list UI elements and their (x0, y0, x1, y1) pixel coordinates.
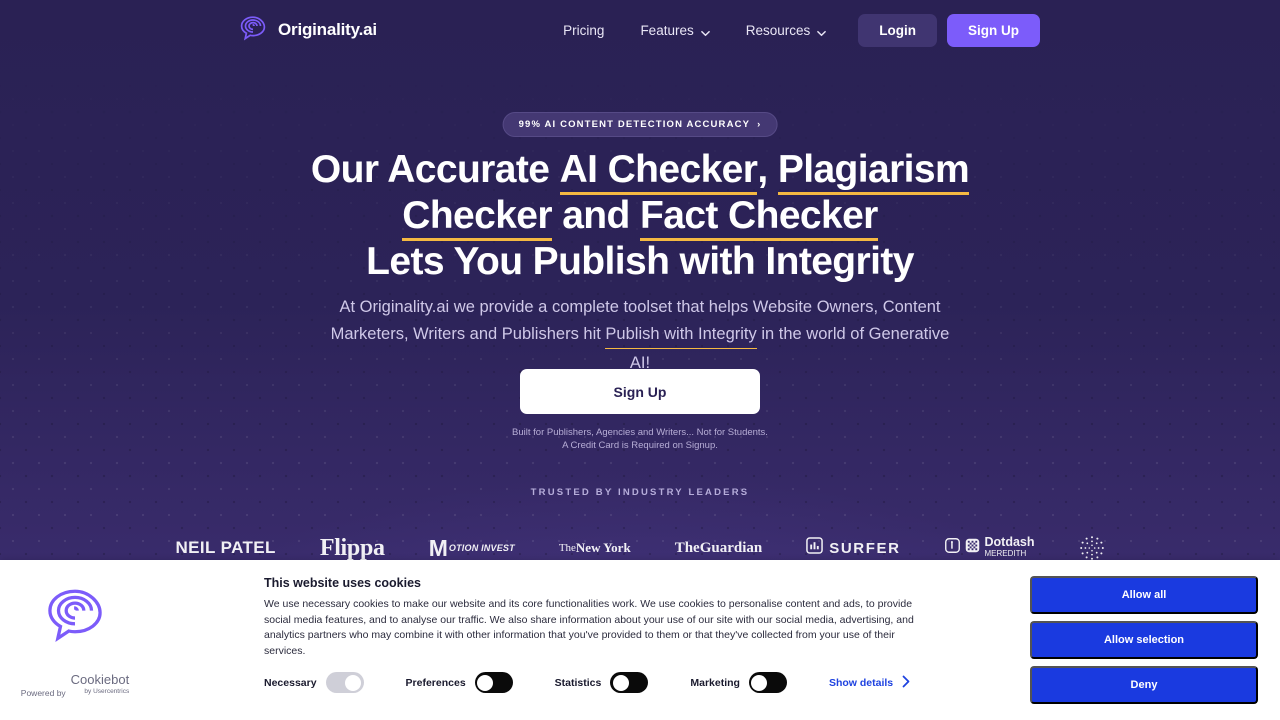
cta-fineprint: Built for Publishers, Agencies and Write… (0, 426, 1280, 452)
cookie-banner-body: This website uses cookies We use necessa… (150, 560, 1030, 693)
cookie-banner-title: This website uses cookies (264, 576, 422, 590)
subheading-highlight: Publish with Integrity (605, 321, 758, 350)
cookie-banner-text: We use necessary cookies to make our web… (264, 598, 914, 657)
meredith-name: MEREDITH (984, 549, 1027, 558)
show-details-link[interactable]: Show details (829, 675, 911, 691)
nav-link-pricing[interactable]: Pricing (545, 23, 622, 38)
trusted-by-label: TRUSTED BY INDUSTRY LEADERS (530, 487, 750, 498)
cookie-consent-banner: Powered by Cookiebot by Usercentrics This… (0, 560, 1280, 720)
cookie-banner-logo-column: Powered by Cookiebot by Usercentrics (0, 560, 150, 720)
headline-line-2: Checker and Fact Checker (0, 194, 1280, 241)
toggle-group-necessary: Necessary (264, 672, 364, 693)
toggle-knob (612, 674, 629, 691)
cookiebot-brand-name: Cookiebot (70, 672, 130, 687)
cookie-action-buttons: Allow all Allow selection Deny (1030, 560, 1280, 704)
brand-logo[interactable]: Originality.ai (238, 14, 377, 47)
allow-selection-button[interactable]: Allow selection (1030, 621, 1258, 659)
nav-link-pricing-label: Pricing (563, 22, 605, 38)
accuracy-badge-label: 99% AI CONTENT DETECTION ACCURACY (518, 119, 751, 130)
toggle-preferences[interactable] (474, 672, 513, 693)
toggle-necessary[interactable] (325, 672, 364, 693)
headline-highlight-plagiarism: Plagiarism (777, 148, 970, 195)
logo-surfer-text: SURFER (829, 539, 901, 557)
brand-name: Originality.ai (278, 20, 377, 39)
toggle-label-necessary: Necessary (264, 676, 317, 689)
dotted-circle-icon (1079, 536, 1104, 560)
surfer-mark-icon (806, 537, 824, 559)
cta-fineprint-line-1: Built for Publishers, Agencies and Write… (512, 427, 768, 438)
page-title: Our Accurate AI Checker, Plagiarism Chec… (0, 148, 1280, 284)
toggle-group-marketing: Marketing (690, 672, 787, 693)
logo-motion-invest-text: OTION INVEST (448, 543, 515, 553)
logo-dotdash-text: Dotdash MEREDITH (985, 536, 1035, 560)
signup-cta-button[interactable]: Sign Up (520, 369, 760, 414)
headline-highlight-ai-checker: AI Checker (559, 148, 758, 195)
logo-nyt-line-1: The (558, 542, 576, 554)
headline-line-3: Lets You Publish with Integrity (366, 240, 914, 283)
logo-nyt-line-2: New York (575, 540, 631, 555)
chevron-down-icon (817, 26, 827, 36)
nav-links-group: Pricing Features Resources Login Sign Up (545, 13, 1040, 47)
toggle-marketing[interactable] (748, 672, 787, 693)
cta-fineprint-line-2: A Credit Card is Required on Signup. (562, 440, 718, 451)
top-navigation: Originality.ai Pricing Features Resource… (0, 0, 1280, 60)
signup-button-nav[interactable]: Sign Up (947, 13, 1040, 47)
logo-guardian-line-2: Guardian (699, 539, 763, 556)
hero-subheading: At Originality.ai we provide a complete … (320, 294, 960, 377)
nav-link-features-label: Features (640, 22, 694, 38)
brain-speech-bubble-logo-icon (42, 584, 108, 651)
logo-guardian-line-1: The (674, 539, 700, 556)
headline-line-1: Our Accurate AI Checker, Plagiarism (0, 148, 1280, 195)
toggle-knob (477, 674, 494, 691)
nav-link-resources[interactable]: Resources (728, 23, 845, 38)
meredith-mark-icon (965, 538, 980, 558)
headline-highlight-checker: Checker (402, 194, 553, 241)
logo-motion-invest-mark: M (428, 534, 448, 561)
chevron-right-icon (902, 675, 911, 691)
nav-link-resources-label: Resources (745, 22, 811, 38)
toggle-label-statistics: Statistics (554, 676, 602, 689)
cookiebot-brand-sub: by Usercentrics (84, 688, 130, 695)
chevron-down-icon (700, 26, 710, 36)
login-button[interactable]: Login (858, 13, 937, 47)
dotdash-mark-icon (944, 538, 960, 558)
deny-button[interactable]: Deny (1030, 666, 1258, 704)
toggle-knob (751, 674, 768, 691)
headline-comma: , (757, 148, 778, 191)
headline-highlight-fact-checker: Fact Checker (640, 194, 878, 241)
toggle-knob (345, 674, 362, 691)
cookiebot-brand: Cookiebot by Usercentrics (70, 672, 130, 698)
show-details-label: Show details (828, 676, 894, 689)
dotdash-name: Dotdash (984, 535, 1035, 549)
chevron-right-icon: › (757, 119, 762, 130)
brain-speech-bubble-logo-icon (238, 14, 268, 47)
headline-text-and: and (551, 194, 640, 237)
headline-text-plain: Our Accurate (310, 148, 560, 191)
toggle-group-preferences: Preferences (406, 672, 513, 693)
cookie-consent-toggles: Necessary Preferences Statistics Marketi… (264, 672, 911, 693)
toggle-group-statistics: Statistics (555, 672, 649, 693)
allow-all-button[interactable]: Allow all (1030, 576, 1258, 614)
accuracy-badge[interactable]: 99% AI CONTENT DETECTION ACCURACY › (502, 112, 778, 137)
nav-link-features[interactable]: Features (622, 23, 727, 38)
toggle-statistics[interactable] (610, 672, 649, 693)
powered-by-label: Powered by (20, 688, 66, 698)
toggle-label-preferences: Preferences (405, 676, 466, 689)
toggle-label-marketing: Marketing (690, 676, 740, 689)
powered-by-cookiebot[interactable]: Powered by Cookiebot by Usercentrics (20, 672, 130, 698)
